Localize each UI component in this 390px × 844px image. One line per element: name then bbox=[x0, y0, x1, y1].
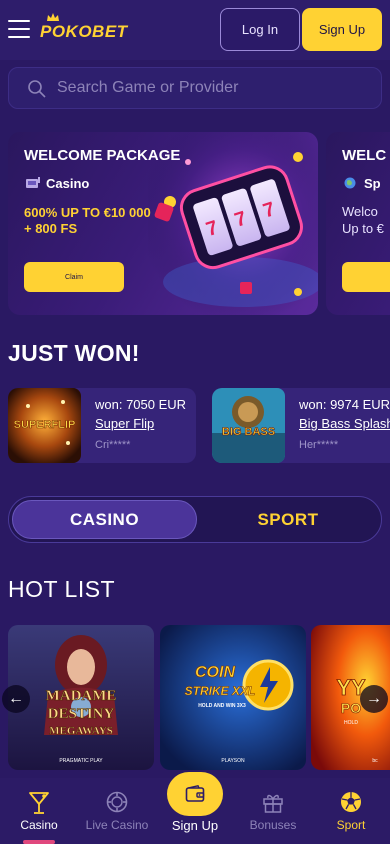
svg-text:PO: PO bbox=[341, 700, 361, 716]
top-header: POKOBET Log In Sign Up bbox=[0, 0, 390, 60]
banner-offer-line1: 600% UP TO €10 000 bbox=[24, 205, 151, 220]
login-button[interactable]: Log In bbox=[220, 8, 300, 51]
won-game-link[interactable]: Super Flip bbox=[95, 416, 154, 431]
cocktail-icon bbox=[29, 792, 49, 814]
crown-icon bbox=[47, 13, 59, 21]
just-won-heading: JUST WON! bbox=[8, 340, 140, 366]
carousel-next-arrow-icon[interactable]: → bbox=[360, 685, 388, 713]
svg-text:DESTINY: DESTINY bbox=[48, 706, 115, 722]
nav-live-casino-label: Live Casino bbox=[85, 818, 149, 832]
search-input[interactable] bbox=[57, 68, 367, 108]
svg-text:BIG BASS: BIG BASS bbox=[222, 426, 275, 438]
nav-sport[interactable]: Sport bbox=[312, 778, 390, 844]
signup-button[interactable]: Sign Up bbox=[302, 8, 382, 51]
gift-icon bbox=[263, 794, 283, 813]
won-game-link[interactable]: Big Bass Splash bbox=[299, 416, 390, 431]
chip-icon bbox=[106, 791, 128, 813]
svg-text:bc: bc bbox=[372, 758, 378, 764]
svg-text:COIN: COIN bbox=[195, 664, 235, 681]
active-tab-indicator bbox=[23, 840, 55, 844]
svg-text:HOLD AND WIN 3X3: HOLD AND WIN 3X3 bbox=[198, 703, 246, 709]
nav-sport-label: Sport bbox=[336, 818, 366, 832]
won-user: Cri***** bbox=[95, 439, 131, 451]
welcome-package-banner[interactable]: 7 7 7 WELCOME PACKAGE Casino 600% UP TO … bbox=[8, 132, 318, 315]
nav-live-casino[interactable]: Live Casino bbox=[78, 778, 156, 844]
banner-title: WELCOME PACKAGE bbox=[24, 147, 181, 164]
svg-text:STRIKE XXL: STRIKE XXL bbox=[185, 684, 256, 698]
won-amount: won: 9974 EUR bbox=[299, 397, 390, 412]
banner-category: Casino bbox=[46, 176, 90, 191]
nav-bonuses[interactable]: Bonuses bbox=[234, 778, 312, 844]
carousel-prev-arrow-icon[interactable]: ← bbox=[2, 685, 30, 713]
big-bass-splash-thumbnail[interactable]: BIG BASS bbox=[212, 388, 285, 463]
banner2-title: WELC bbox=[342, 147, 387, 164]
svg-text:MADAME: MADAME bbox=[46, 688, 117, 704]
svg-text:PLAYSON: PLAYSON bbox=[221, 758, 245, 764]
svg-text:HOLD: HOLD bbox=[344, 720, 358, 726]
svg-text:MEGAWAYS: MEGAWAYS bbox=[49, 725, 113, 737]
banner2-line2: Up to € bbox=[342, 221, 384, 236]
won-card[interactable]: SUPERFLIP won: 7050 EUR Super Flip Cri**… bbox=[8, 388, 196, 463]
search-bar[interactable] bbox=[8, 67, 382, 109]
won-user: Her***** bbox=[299, 439, 339, 451]
banner2-line1: Welco bbox=[342, 204, 378, 219]
nav-casino-label: Casino bbox=[20, 818, 58, 832]
banner2-category: Sp bbox=[364, 176, 381, 191]
svg-text:SUPERFLIP: SUPERFLIP bbox=[14, 419, 76, 431]
signup-wallet-button[interactable] bbox=[167, 772, 223, 816]
nav-bonuses-label: Bonuses bbox=[249, 818, 297, 832]
svg-text:PRAGMATIC PLAY: PRAGMATIC PLAY bbox=[59, 758, 103, 764]
soccer-ball-icon bbox=[341, 792, 361, 812]
nav-casino[interactable]: Casino bbox=[0, 778, 78, 844]
won-amount: won: 7050 EUR bbox=[95, 397, 187, 412]
pokobet-logo[interactable]: POKOBET bbox=[40, 22, 128, 42]
super-flip-thumbnail[interactable]: SUPERFLIP bbox=[8, 388, 81, 463]
game-tile-coin-strike[interactable]: COIN STRIKE XXL HOLD AND WIN 3X3 PLAYSON bbox=[160, 625, 306, 770]
search-icon bbox=[28, 80, 46, 98]
casino-sport-toggle: CASINO SPORT bbox=[8, 496, 382, 543]
banner-offer-line2: + 800 FS bbox=[24, 221, 78, 236]
banner2-button[interactable] bbox=[342, 262, 390, 292]
sport-tab[interactable]: SPORT bbox=[197, 500, 379, 539]
wallet-icon bbox=[185, 785, 205, 802]
claim-button[interactable]: Claim bbox=[24, 262, 124, 292]
won-card[interactable]: BIG BASS won: 9974 EUR Big Bass Splash H… bbox=[212, 388, 390, 463]
globe-icon bbox=[344, 177, 356, 189]
slot-icon bbox=[26, 177, 40, 188]
casino-tab[interactable]: CASINO bbox=[12, 500, 197, 539]
hot-list-heading: HOT LIST bbox=[8, 576, 116, 602]
hamburger-menu-icon[interactable] bbox=[8, 20, 30, 38]
nav-sign-up-label: Sign Up bbox=[171, 818, 219, 833]
sport-banner[interactable]: WELC Sp Welco Up to € bbox=[326, 132, 390, 315]
